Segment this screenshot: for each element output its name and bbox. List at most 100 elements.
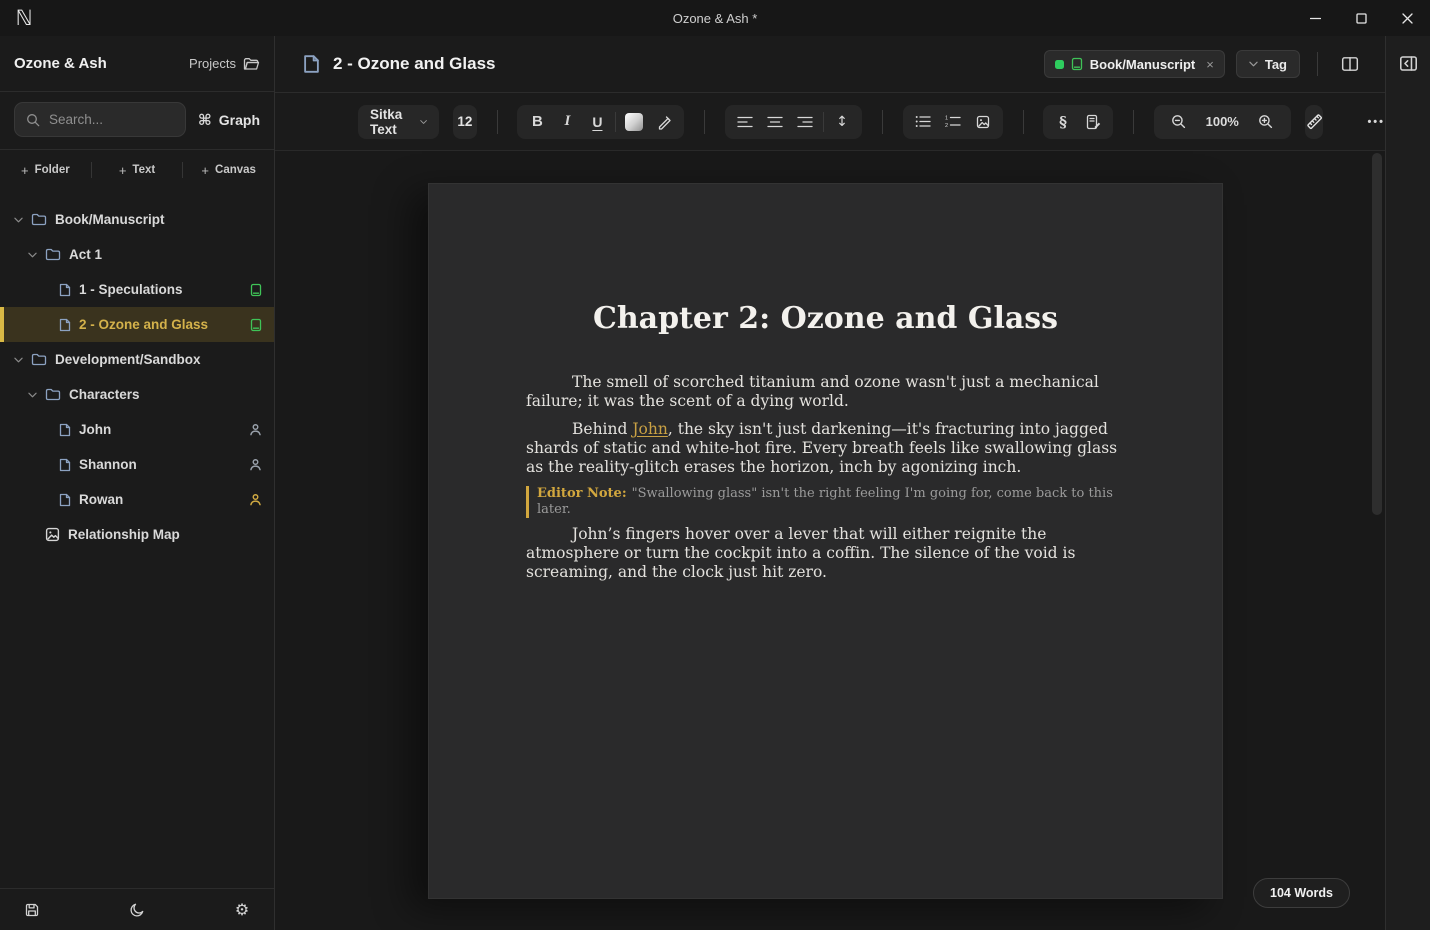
highlight-button[interactable] xyxy=(649,107,679,137)
tree-item-label: Shannon xyxy=(79,457,137,472)
folder-icon xyxy=(45,248,61,261)
bullet-list-button[interactable] xyxy=(908,107,938,137)
sidebar-item-book-manuscript[interactable]: Book/Manuscript xyxy=(0,202,274,237)
sidebar-item-development-sandbox[interactable]: Development/Sandbox xyxy=(0,342,274,377)
collapse-panel-icon xyxy=(1399,55,1418,72)
zoom-level-value: 100% xyxy=(1206,114,1239,129)
editor-canvas[interactable]: Chapter 2: Ozone and Glass The smell of … xyxy=(275,151,1385,930)
projects-button[interactable]: Projects xyxy=(189,56,260,71)
font-family-select[interactable]: Sitka Text xyxy=(358,105,439,139)
editor-note: Editor Note:"Swallowing glass" isn't the… xyxy=(526,486,1125,518)
align-left-button[interactable] xyxy=(730,107,760,137)
sidebar-item-2-ozone-and-glass[interactable]: 2 - Ozone and Glass xyxy=(0,307,274,342)
sidebar-item-shannon[interactable]: Shannon xyxy=(0,447,274,482)
new-item-row: + Folder + Text + Canvas xyxy=(0,150,274,190)
search-row: ⌘ Graph xyxy=(0,92,274,150)
more-options-button[interactable]: ••• xyxy=(1367,116,1385,128)
collapse-panel-button[interactable] xyxy=(1393,48,1423,78)
graph-button[interactable]: ⌘ Graph xyxy=(198,111,260,129)
folder-icon xyxy=(31,213,47,226)
projects-label: Projects xyxy=(189,56,236,71)
section-break-button[interactable]: § xyxy=(1048,107,1078,137)
person-icon xyxy=(249,458,262,471)
new-text-label: Text xyxy=(132,164,155,176)
paragraph: The smell of scorched titanium and ozone… xyxy=(526,373,1125,411)
tree-item-label: Characters xyxy=(69,387,140,402)
ruler-button[interactable] xyxy=(1305,105,1324,139)
document-tools-group: § xyxy=(1043,105,1113,139)
scrollbar-thumb[interactable] xyxy=(1372,153,1382,515)
zoom-in-button[interactable] xyxy=(1251,107,1281,137)
align-center-icon xyxy=(767,116,783,128)
tree-item-label: John xyxy=(79,422,111,437)
maximize-button[interactable] xyxy=(1338,0,1384,36)
sidebar-item-characters[interactable]: Characters xyxy=(0,377,274,412)
document-page[interactable]: Chapter 2: Ozone and Glass The smell of … xyxy=(428,183,1223,899)
sidebar-header: Ozone & Ash Projects xyxy=(0,36,274,92)
format-toolbar: Sitka Text 12 B I U xyxy=(275,93,1385,151)
tree-item-label: Relationship Map xyxy=(68,527,180,542)
line-spacing-button[interactable]: ↕ xyxy=(827,107,857,137)
font-size-input[interactable]: 12 xyxy=(453,105,477,139)
chevron-down-icon[interactable] xyxy=(14,217,23,223)
header-actions: Book/Manuscript × Tag xyxy=(1044,49,1365,79)
document-title: 2 - Ozone and Glass xyxy=(333,54,496,74)
folder-icon xyxy=(31,353,47,366)
insert-group: 12 xyxy=(903,105,1003,139)
align-right-button[interactable] xyxy=(790,107,820,137)
graph-label: Graph xyxy=(219,112,260,128)
sidebar-item-1-speculations[interactable]: 1 - Speculations xyxy=(0,272,274,307)
chevron-down-icon[interactable] xyxy=(14,357,23,363)
sidebar-item-act-1[interactable]: Act 1 xyxy=(0,237,274,272)
add-tag-button[interactable]: Tag xyxy=(1236,50,1300,78)
new-canvas-button[interactable]: + Canvas xyxy=(183,163,274,178)
minimize-button[interactable] xyxy=(1292,0,1338,36)
tag-remove-icon[interactable]: × xyxy=(1206,57,1214,72)
text-color-button[interactable] xyxy=(619,107,649,137)
insert-image-button[interactable] xyxy=(968,107,998,137)
divider xyxy=(823,112,824,132)
zoom-out-button[interactable] xyxy=(1164,107,1194,137)
app-window: ℕ Ozone & Ash * Ozone & Ash Projects xyxy=(0,0,1430,930)
new-folder-button[interactable]: + Folder xyxy=(0,163,91,178)
theme-toggle-button[interactable] xyxy=(122,895,152,925)
plus-icon: + xyxy=(21,163,29,178)
word-count-badge: 104 Words xyxy=(1253,878,1350,908)
file-icon xyxy=(59,423,71,437)
search-input[interactable] xyxy=(14,102,186,137)
manuscript-book-icon xyxy=(250,318,262,332)
settings-button[interactable]: ⚙ xyxy=(227,895,257,925)
project-name: Ozone & Ash xyxy=(14,55,107,72)
paragraph: John’s fingers hover over a lever that w… xyxy=(526,525,1125,582)
chapter-heading: Chapter 2: Ozone and Glass xyxy=(526,301,1125,336)
underline-button[interactable]: U xyxy=(582,107,612,137)
align-center-button[interactable] xyxy=(760,107,790,137)
plus-icon: + xyxy=(201,163,209,178)
search-field[interactable] xyxy=(49,112,139,127)
tag-chip-book-manuscript[interactable]: Book/Manuscript × xyxy=(1044,50,1225,78)
split-view-button[interactable] xyxy=(1335,49,1365,79)
sidebar-item-john[interactable]: John xyxy=(0,412,274,447)
sidebar-footer: ⚙ xyxy=(0,888,274,930)
close-button[interactable] xyxy=(1384,0,1430,36)
chevron-down-icon[interactable] xyxy=(28,252,37,258)
numbered-list-button[interactable]: 12 xyxy=(938,107,968,137)
bullet-list-icon xyxy=(915,115,931,128)
notes-edit-button[interactable] xyxy=(1078,107,1108,137)
file-icon xyxy=(59,283,71,297)
save-button[interactable] xyxy=(17,895,47,925)
file-icon xyxy=(303,54,320,74)
new-text-button[interactable]: + Text xyxy=(92,163,183,178)
zoom-in-icon xyxy=(1258,114,1273,129)
document-header: 2 - Ozone and Glass Book/Manuscript × Ta… xyxy=(275,36,1385,93)
chevron-down-icon[interactable] xyxy=(28,392,37,398)
bold-button[interactable]: B xyxy=(522,107,552,137)
italic-button[interactable]: I xyxy=(552,107,582,137)
image-icon xyxy=(975,115,991,129)
search-icon xyxy=(26,113,40,127)
john-wiki-link[interactable]: John xyxy=(632,420,668,438)
file-icon xyxy=(59,493,71,507)
sidebar-item-relationship-map[interactable]: Relationship Map xyxy=(0,517,274,552)
sidebar-item-rowan[interactable]: Rowan xyxy=(0,482,274,517)
person-icon xyxy=(249,493,262,506)
